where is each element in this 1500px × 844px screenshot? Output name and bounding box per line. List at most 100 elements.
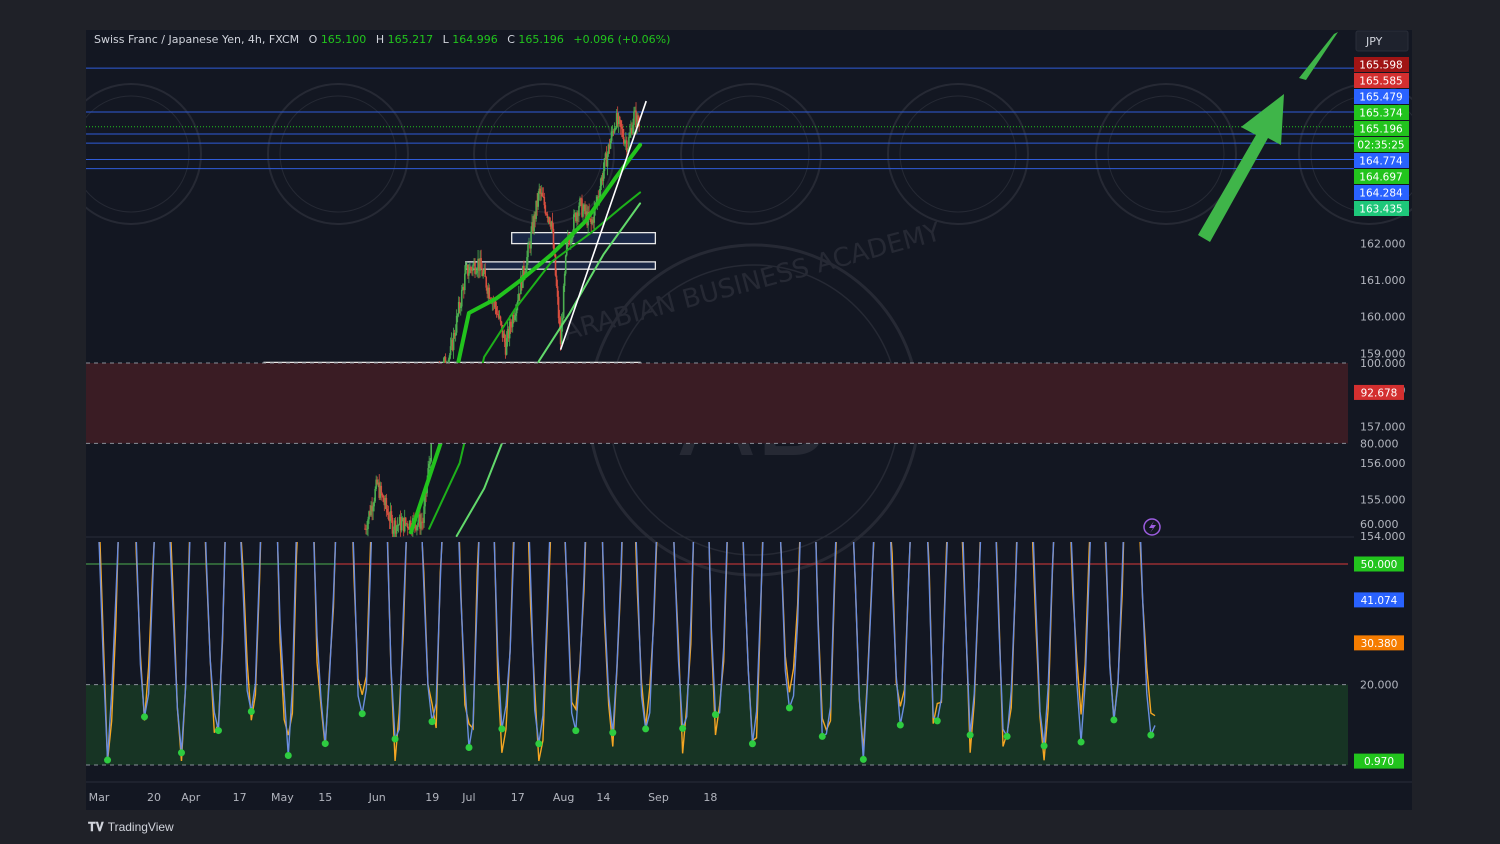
time-tick-label: Sep <box>648 791 669 804</box>
candle <box>423 506 425 523</box>
high-value: 165.217 <box>388 33 434 46</box>
candle <box>416 525 418 530</box>
oscillator-badge-label: 30.380 <box>1361 638 1398 650</box>
time-tick-label: Aug <box>553 791 574 804</box>
price-badge-label: 165.196 <box>1359 124 1403 136</box>
candle <box>552 228 555 249</box>
candle <box>582 209 584 217</box>
candle <box>629 132 631 138</box>
oscillator-trough-dot <box>966 731 974 739</box>
candle <box>390 511 393 518</box>
oscillator-trough-dot <box>859 755 867 763</box>
candle <box>488 287 491 299</box>
tradingview-logo[interactable]: 𝐓𝐕 TradingView <box>88 820 174 835</box>
time-tick-label: May <box>271 791 294 804</box>
candle <box>366 529 368 530</box>
currency-button[interactable]: JPY <box>1355 30 1409 52</box>
candle <box>599 185 602 197</box>
candle <box>518 293 520 301</box>
oscillator-tick-label: 20.000 <box>1360 679 1399 692</box>
oscillator-tick-label: 100.000 <box>1360 357 1406 370</box>
candle <box>609 140 612 149</box>
oscillator-trough-dot <box>358 710 366 718</box>
candle <box>614 127 617 129</box>
candle <box>541 192 544 197</box>
candle <box>397 524 400 526</box>
price-tick-label: 160.000 <box>1360 311 1406 324</box>
low-value: 164.996 <box>452 33 498 46</box>
watermark-seal <box>899 95 1017 213</box>
candle <box>470 267 472 269</box>
candle <box>495 307 498 314</box>
oscillator-trough-dot <box>1147 731 1155 739</box>
candle <box>475 272 477 274</box>
candle <box>620 126 623 129</box>
candle <box>448 355 451 360</box>
time-tick-label: Jun <box>368 791 386 804</box>
price-badge-label: 164.774 <box>1359 156 1403 168</box>
open-value: 165.100 <box>321 33 367 46</box>
candle <box>455 315 458 333</box>
arrow-shape <box>1198 94 1284 242</box>
chart-panel[interactable]: AB ARABIAN BUSINESS ACADEMY 154.000 155.0… <box>60 30 1440 810</box>
candle <box>386 509 389 513</box>
candle <box>454 332 457 336</box>
candle <box>569 239 572 244</box>
candle <box>465 266 467 274</box>
candle <box>571 238 573 240</box>
price-badges: 165.598 165.585 165.479 165.374 165.196 02:35… <box>1354 57 1409 216</box>
candle <box>429 461 431 464</box>
candle <box>428 463 430 469</box>
candle <box>464 273 466 291</box>
candle <box>385 497 388 510</box>
oscillator-tick-label: 80.000 <box>1360 437 1399 450</box>
candle <box>404 517 407 524</box>
candle <box>632 124 634 135</box>
time-tick-label: 14 <box>596 791 610 804</box>
candle <box>494 300 497 308</box>
watermark-seal <box>1095 83 1237 225</box>
candle <box>610 131 613 141</box>
candle <box>565 241 568 256</box>
candle <box>372 506 374 512</box>
time-axis[interactable]: Mar 20 Apr 17 May 15 Jun 19 Jul 17 Aug 14 Sep 18 <box>89 791 718 804</box>
price-badge-label: 165.585 <box>1359 76 1402 88</box>
oscillator-trough-dot <box>498 725 506 733</box>
oscillator-trough-dot <box>1003 732 1011 740</box>
lightning-icon[interactable] <box>1143 518 1161 536</box>
oscillator-trough-dot <box>785 704 793 712</box>
price-tick-label: 157.000 <box>1360 420 1406 433</box>
watermark: AB ARABIAN BUSINESS ACADEMY <box>60 83 1440 577</box>
candle <box>500 321 503 325</box>
candle <box>537 193 539 207</box>
oscillator-trough-dot <box>711 711 719 719</box>
candle <box>480 258 482 269</box>
tradingview-label: TradingView <box>107 820 174 834</box>
symbol-name: Swiss Franc / Japanese Yen, 4h, FXCM <box>94 33 299 46</box>
candle <box>555 275 558 287</box>
oscillator-trough-dot <box>642 725 650 733</box>
candle <box>499 316 502 322</box>
watermark-seal <box>680 83 822 225</box>
oscillator-trough-dot <box>818 732 826 740</box>
watermark-seal <box>267 83 409 225</box>
oscillator-badge-label: 50.000 <box>1361 559 1398 571</box>
candle <box>381 493 384 496</box>
candle <box>578 206 580 217</box>
price-tick-label: 154.000 <box>1360 530 1406 543</box>
oscillator-trough-dot <box>141 713 149 721</box>
currency-label: JPY <box>1365 35 1383 48</box>
change-value: +0.096 (+0.06%) <box>573 33 670 46</box>
oscillator-trough-dot <box>933 717 941 725</box>
candle <box>619 120 622 127</box>
oscillator-badge-label: 92.678 <box>1361 387 1398 399</box>
candle <box>505 338 508 355</box>
watermark-seal <box>1107 95 1225 213</box>
support-zone <box>465 261 657 270</box>
candle <box>472 265 474 271</box>
candle <box>482 272 484 276</box>
candle <box>624 141 626 144</box>
oscillator-trough-dot <box>391 735 399 743</box>
candle <box>530 231 532 249</box>
candle <box>406 523 409 529</box>
